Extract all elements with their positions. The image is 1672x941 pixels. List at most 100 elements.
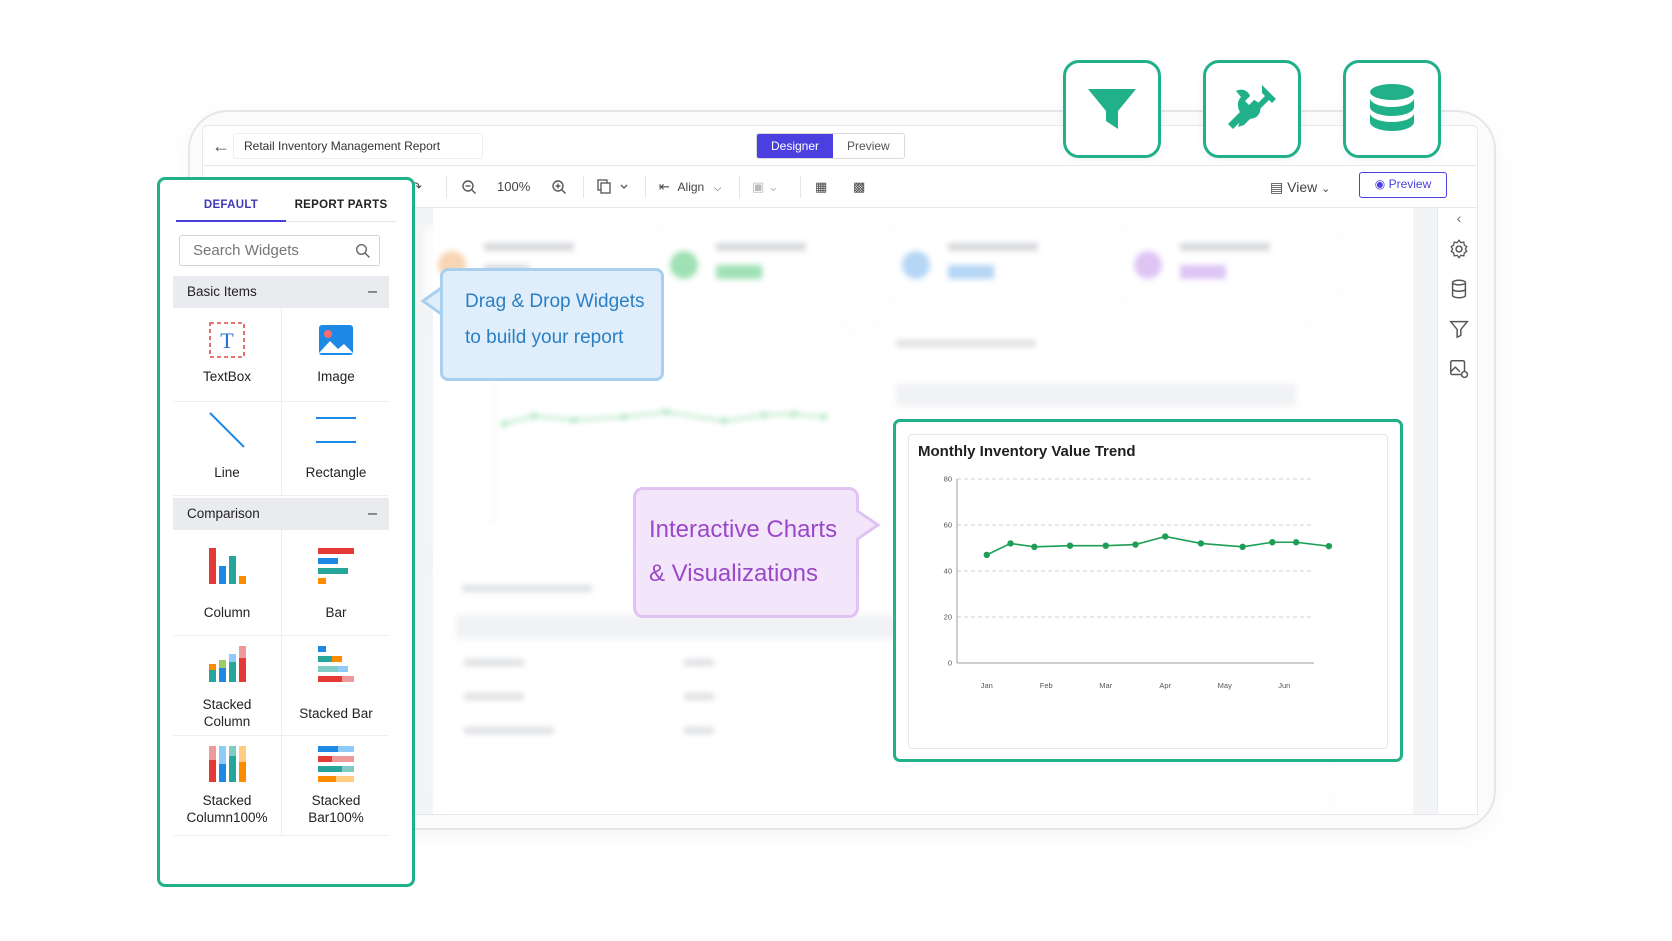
bring-front-icon[interactable]: ▦ [815,176,827,198]
callout-line: Drag & Drop Widgets [465,291,645,312]
widget-image[interactable]: Image [281,308,389,402]
designer-mode-button[interactable]: Designer [757,134,834,158]
property-rail: ‹ [1437,208,1477,814]
x-tick-label: Mar [1099,681,1112,690]
widget-label: Stacked Column [202,697,252,729]
collapse-minus-icon[interactable]: – [368,498,377,530]
preview-button[interactable]: ◉ Preview [1359,172,1447,198]
widget-label: Bar [325,605,347,620]
tab-report-parts[interactable]: REPORT PARTS [286,190,396,220]
callout-line: Interactive Charts [649,516,838,543]
search-icon[interactable] [355,243,371,259]
data-point [1239,543,1246,551]
tools-icon [1228,85,1276,129]
widget-stacked-bar-100[interactable]: Stacked Bar100% [281,736,389,836]
widget-label: Stacked Column100% [186,793,268,825]
group-dropdown-icon[interactable]: ▣ ⌄ [752,176,779,198]
back-arrow-icon[interactable]: ← [209,134,233,158]
send-back-icon[interactable]: ▩ [853,176,865,198]
zoom-in-icon[interactable] [551,176,567,198]
interactive-charts-callout: Interactive Charts & Visualizations [633,487,859,618]
widget-label: Image [317,369,355,384]
widget-stacked-column[interactable]: Stacked Column [173,636,281,736]
data-point [1162,533,1169,540]
mode-switch: Designer Preview [756,133,905,159]
view-label: View [1287,179,1318,195]
widget-label: Rectangle [305,465,367,480]
data-source-icon[interactable] [1448,278,1470,300]
group-basic-items[interactable]: Basic Items – [173,276,389,308]
line-chart-card[interactable]: Monthly Inventory Value Trend 0 20 40 60 80 J… [908,434,1388,749]
y-tick-label: 60 [944,521,952,530]
widget-rectangle[interactable]: Rectangle [281,402,389,496]
x-tick-label: Jan [981,681,993,690]
callout-arrow-icon [856,508,881,542]
data-point [1031,543,1038,551]
line-chart[interactable]: 0 20 40 60 80 Jan Feb Mar Apr May Jun [909,471,1389,741]
data-point [1066,542,1074,549]
widget-label: TextBox [202,369,252,384]
widget-stacked-bar[interactable]: Stacked Bar [281,636,389,736]
view-layout-icon: ▤ [1270,179,1284,195]
group-comparison[interactable]: Comparison – [173,498,389,530]
chart-title: Monthly Inventory Value Trend [918,443,1136,460]
database-icon [1370,84,1414,131]
x-tick-label: Apr [1159,681,1171,690]
widget-stacked-column-100[interactable]: Stacked Column100% [173,736,281,836]
data-point [1269,539,1276,546]
y-tick-label: 40 [944,567,952,576]
filter-feature-tile [1063,60,1161,158]
view-dropdown[interactable]: ▤ View ⌄ [1270,176,1330,200]
y-tick-label: 0 [948,659,952,668]
align-icon: ⇤ [659,179,670,194]
report-title-field[interactable]: Retail Inventory Management Report [233,133,483,159]
series-line [986,535,1329,556]
data-point [1132,541,1139,548]
tab-default[interactable]: DEFAULT [176,190,286,222]
data-point [983,551,990,559]
widget-tabs: DEFAULT REPORT PARTS [176,190,396,222]
zoom-level[interactable]: 100% [497,176,530,198]
copy-dropdown-icon[interactable] [597,176,633,198]
collapse-minus-icon[interactable]: – [368,276,377,308]
callout-line: to build your report [465,327,624,348]
image-settings-icon[interactable] [1448,358,1470,380]
settings-gear-icon[interactable] [1448,238,1470,260]
widget-panel: DEFAULT REPORT PARTS Basic Items – T Tex… [157,177,415,887]
drag-drop-callout: Drag & Drop Widgets to build your report [440,268,664,381]
highlighted-chart-frame[interactable]: Monthly Inventory Value Trend 0 20 40 60 80 J… [893,419,1403,762]
search-input[interactable] [193,236,353,265]
widget-label: Stacked Bar [299,706,373,721]
widget-textbox[interactable]: T TextBox [173,308,281,402]
stacked-column-100-icon [209,746,246,782]
stacked-bar-100-icon [318,746,354,782]
preview-mode-button[interactable]: Preview [833,134,904,158]
widget-line[interactable]: Line [173,402,281,496]
eye-icon: ◉ [1374,177,1386,191]
widget-column[interactable]: Column [173,530,281,636]
widget-label: Stacked Bar100% [308,793,364,825]
callout-line: & Visualizations [649,560,818,587]
collapse-chevron-icon[interactable]: ‹ [1448,210,1470,232]
data-point [1325,542,1333,550]
data-point [1007,540,1014,547]
column-chart-icon [209,548,246,584]
chevron-down-icon: ⌄ [1321,183,1331,195]
line-icon [209,412,245,448]
rectangle-icon [316,417,356,443]
widget-bar[interactable]: Bar [281,530,389,636]
zoom-out-icon[interactable] [461,176,477,198]
widget-search [179,235,380,266]
kpi-card [887,224,1107,304]
data-point [1292,539,1300,546]
widget-label: Line [214,465,240,480]
filter-icon[interactable] [1448,318,1470,340]
tools-feature-tile [1203,60,1301,158]
group-label: Basic Items [187,284,257,299]
stage: ← Retail Inventory Management Report Des… [0,0,1672,941]
kpi-card [1119,224,1339,304]
kpi-card [655,224,875,304]
bar-chart-icon [318,548,354,584]
align-dropdown[interactable]: ⇤ Align ⌵ [659,176,721,198]
widget-label: Column [203,605,251,620]
